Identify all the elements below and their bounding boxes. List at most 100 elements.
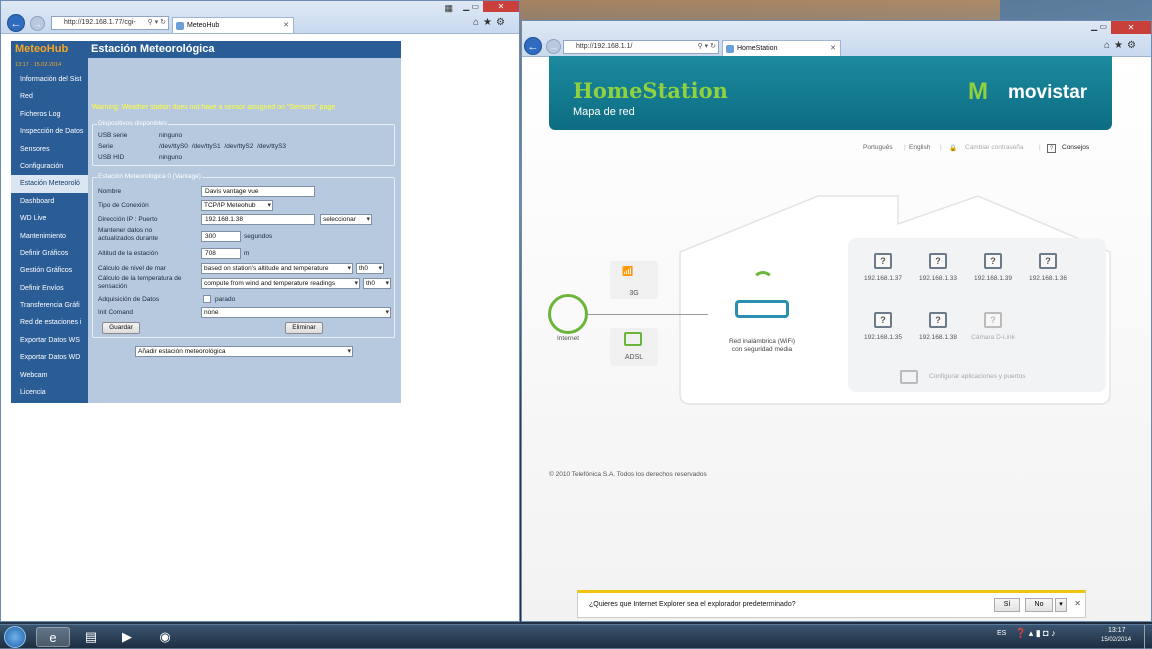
sidebar-item[interactable]: Información del Sist: [11, 71, 88, 88]
sidebar-item[interactable]: Ficheros Log: [11, 106, 88, 123]
mantener-input[interactable]: 300: [201, 231, 241, 242]
altitud-input[interactable]: 708: [201, 248, 241, 259]
left-browser-window: ← → http://192.168.1.77/cgi- ⚲ ▾ ↻ Meteo…: [0, 0, 520, 622]
internet-explorer-icon[interactable]: e: [36, 627, 70, 647]
sidebar-item[interactable]: Definir Gráficos: [11, 245, 88, 262]
movistar-logo-icon: M: [968, 78, 988, 105]
network-device[interactable]: ? Cámara D-Link: [967, 312, 1019, 341]
sidebar-item[interactable]: WD Live: [11, 210, 88, 227]
usb-hid-label: USB HID: [98, 154, 125, 161]
device-ip-label: 192.168.1.39: [974, 275, 1012, 282]
close-tab-icon[interactable]: ✕: [283, 18, 289, 33]
tab-homestation[interactable]: HomeStation ✕: [722, 40, 841, 56]
link-separator: |: [904, 144, 906, 151]
delete-button[interactable]: Eliminar: [285, 322, 323, 334]
sidebar-item[interactable]: Estación Meteoroló: [11, 175, 88, 193]
notification-text: ¿Quieres que Internet Explorer sea el ex…: [589, 601, 796, 608]
back-button[interactable]: ←: [7, 14, 25, 32]
nombre-input[interactable]: Davis vantage vue: [201, 186, 315, 197]
minimize-window-button[interactable]: ▁ ▭: [463, 2, 479, 11]
gear-icon[interactable]: ⚙: [496, 17, 509, 28]
show-desktop-button[interactable]: [1144, 625, 1152, 649]
sidebar-item[interactable]: Dashboard: [11, 193, 88, 210]
nivel-mar-label: Cálculo de nivel de mar: [98, 265, 166, 272]
conexion-select[interactable]: TCP/IP Meteohub: [201, 200, 273, 211]
device-ip-label: 192.168.1.36: [1029, 275, 1067, 282]
forward-button[interactable]: →: [546, 39, 561, 54]
link-english[interactable]: English: [909, 144, 930, 151]
network-device[interactable]: ? 192.168.1.39: [967, 253, 1019, 282]
sidebar-item[interactable]: Transferencia Gráfi: [11, 297, 88, 314]
sidebar-item[interactable]: Configuración: [11, 158, 88, 175]
toolbar-icons: ⌂★⚙: [473, 17, 509, 28]
unknown-device-icon: ?: [874, 253, 892, 269]
nivel-mar-sensor-select[interactable]: th0: [356, 263, 384, 274]
ip-select[interactable]: seleccionar: [320, 214, 372, 225]
adquisicion-checkbox[interactable]: [203, 295, 211, 303]
altitud-label: Altitud de la estación: [98, 250, 158, 257]
address-bar[interactable]: http://192.168.1.77/cgi- ⚲ ▾ ↻: [51, 16, 169, 30]
file-explorer-icon[interactable]: ▤: [74, 627, 108, 647]
device-ip-label: 192.168.1.33: [919, 275, 957, 282]
notification-dropdown-button[interactable]: ▾: [1055, 598, 1067, 612]
sidebar-item[interactable]: Definir Envíos: [11, 280, 88, 297]
forward-button[interactable]: →: [30, 16, 45, 31]
home-icon[interactable]: ⌂: [1104, 40, 1114, 51]
config-apps-link[interactable]: Configurar aplicaciones y puertos: [929, 373, 1025, 380]
home-icon[interactable]: ⌂: [473, 17, 483, 28]
address-bar[interactable]: http://192.168.1.1/ ⚲ ▾ ↻: [563, 40, 719, 54]
nivel-mar-select[interactable]: based on station's altitude and temperat…: [201, 263, 353, 274]
sidebar-item[interactable]: Licencia: [11, 384, 88, 401]
favorites-star-icon[interactable]: ★: [1114, 40, 1127, 51]
router-label-1: Red inalámbrica (WiFi): [728, 338, 796, 345]
clock-date[interactable]: 15/02/2014: [1101, 637, 1131, 643]
notification-close-icon[interactable]: ✕: [1074, 599, 1081, 608]
sidebar-item[interactable]: Gestión Gráficos: [11, 262, 88, 279]
link-portugues[interactable]: Português: [863, 144, 893, 151]
tab-meteohub[interactable]: MeteoHub ✕: [172, 17, 294, 33]
window-layout-icon[interactable]: ▦: [444, 3, 453, 14]
ip-input[interactable]: 192.168.1.38: [201, 214, 315, 225]
back-button[interactable]: ←: [524, 37, 542, 55]
sidebar-item[interactable]: Sensores: [11, 141, 88, 158]
network-device[interactable]: ? 192.168.1.37: [857, 253, 909, 282]
save-button[interactable]: Guardar: [102, 322, 140, 334]
search-icon[interactable]: ⚲ ▾ ↻: [698, 41, 716, 53]
search-icon[interactable]: ⚲ ▾ ↻: [148, 17, 166, 29]
add-station-select[interactable]: Añadir estación meteorológica: [135, 346, 353, 357]
sidebar-item[interactable]: Red: [11, 88, 88, 105]
network-device[interactable]: ? 192.168.1.33: [912, 253, 964, 282]
address-text: http://192.168.1.1/: [576, 43, 633, 50]
conexion-label: Tipo de Conexión: [98, 202, 149, 209]
sidebar-item[interactable]: Mantenimiento: [11, 228, 88, 245]
sensacion-select[interactable]: compute from wind and temperature readin…: [201, 278, 360, 289]
start-button[interactable]: [4, 626, 26, 648]
3g-modem-icon: 📶: [622, 266, 634, 276]
minimize-window-button[interactable]: ▁ ▭: [1091, 22, 1107, 31]
sidebar-item[interactable]: Webcam: [11, 367, 88, 384]
chrome-icon[interactable]: ◉: [148, 627, 182, 647]
clock-time[interactable]: 13:17: [1108, 627, 1126, 634]
network-device[interactable]: ? 192.168.1.36: [1022, 253, 1074, 282]
network-device[interactable]: ? 192.168.1.35: [857, 312, 909, 341]
sensacion-sensor-select[interactable]: th0: [363, 278, 391, 289]
notification-no-button[interactable]: No: [1025, 598, 1053, 612]
default-browser-notification: ¿Quieres que Internet Explorer sea el ex…: [577, 590, 1086, 618]
sidebar-item[interactable]: Exportar Datos WD: [11, 349, 88, 366]
sidebar-item[interactable]: Exportar Datos WS: [11, 332, 88, 349]
tray-icons[interactable]: ❓ ▴ ▮ ◘ ♪: [1015, 628, 1056, 639]
sidebar-item[interactable]: Inspección de Datos: [11, 123, 88, 140]
language-indicator[interactable]: ES: [997, 630, 1006, 637]
close-tab-icon[interactable]: ✕: [830, 41, 836, 56]
notification-yes-button[interactable]: Sí: [994, 598, 1020, 612]
link-cambiar-contrasena[interactable]: Cambiar contraseña: [965, 144, 1024, 151]
sidebar-item[interactable]: Red de estaciones i: [11, 314, 88, 331]
close-window-button[interactable]: ✕: [483, 1, 519, 12]
init-select[interactable]: none: [201, 307, 391, 318]
gear-icon[interactable]: ⚙: [1127, 40, 1140, 51]
link-consejos[interactable]: Consejos: [1062, 144, 1089, 151]
media-player-icon[interactable]: ▶: [110, 627, 144, 647]
favorites-star-icon[interactable]: ★: [483, 17, 496, 28]
network-device[interactable]: ? 192.168.1.38: [912, 312, 964, 341]
close-window-button[interactable]: ✕: [1111, 21, 1151, 34]
